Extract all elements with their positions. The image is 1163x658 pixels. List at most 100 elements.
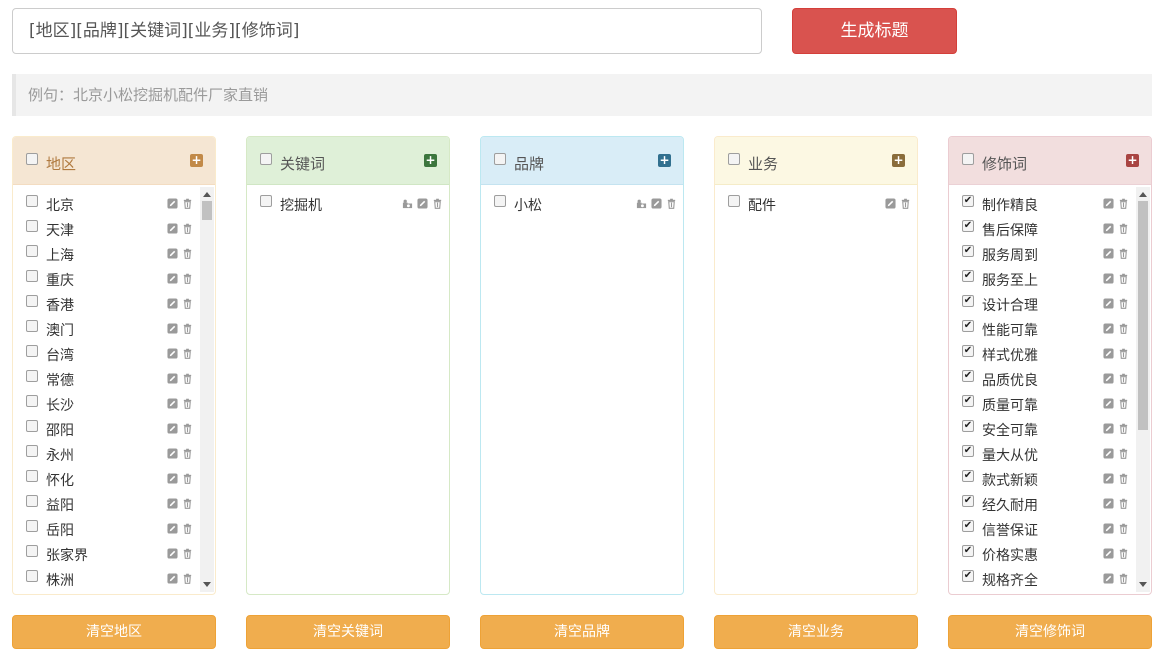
trash-icon[interactable] [432, 198, 443, 209]
pencil-square-icon[interactable] [167, 548, 178, 559]
trash-icon[interactable] [182, 523, 193, 534]
pencil-square-icon[interactable] [167, 573, 178, 584]
scrollbar[interactable] [200, 187, 214, 592]
clear-brand-button[interactable]: 清空品牌 [480, 615, 684, 649]
item-checkbox[interactable]: ✔ [962, 495, 974, 507]
item-checkbox[interactable] [260, 195, 272, 207]
item-checkbox[interactable]: ✔ [962, 270, 974, 282]
scrollbar-thumb[interactable] [202, 201, 212, 220]
item-checkbox[interactable] [26, 445, 38, 457]
item-checkbox[interactable] [26, 220, 38, 232]
pencil-square-icon[interactable] [167, 373, 178, 384]
pencil-square-icon[interactable] [167, 398, 178, 409]
trash-icon[interactable] [666, 198, 677, 209]
trash-icon[interactable] [182, 423, 193, 434]
trash-icon[interactable] [1118, 423, 1129, 434]
trash-icon[interactable] [1118, 498, 1129, 509]
pencil-square-icon[interactable] [1103, 473, 1114, 484]
clear-business-button[interactable]: 清空业务 [714, 615, 918, 649]
pencil-square-icon[interactable] [167, 298, 178, 309]
pencil-square-icon[interactable] [1103, 298, 1114, 309]
pencil-square-icon[interactable] [167, 473, 178, 484]
select-all-checkbox-business[interactable] [728, 153, 740, 165]
select-all-checkbox-modifier[interactable] [962, 153, 974, 165]
pencil-square-icon[interactable] [1103, 323, 1114, 334]
trash-icon[interactable] [1118, 273, 1129, 284]
trash-icon[interactable] [1118, 448, 1129, 459]
trash-icon[interactable] [182, 498, 193, 509]
item-checkbox[interactable] [26, 270, 38, 282]
item-checkbox[interactable] [26, 320, 38, 332]
pencil-square-icon[interactable] [167, 448, 178, 459]
item-checkbox[interactable]: ✔ [962, 295, 974, 307]
scroll-down-arrow-icon[interactable] [203, 582, 211, 587]
trash-icon[interactable] [1118, 223, 1129, 234]
item-checkbox[interactable]: ✔ [962, 370, 974, 382]
item-checkbox[interactable]: ✔ [962, 420, 974, 432]
trash-icon[interactable] [1118, 523, 1129, 534]
pencil-square-icon[interactable] [417, 198, 428, 209]
trash-icon[interactable] [1118, 348, 1129, 359]
trash-icon[interactable] [182, 298, 193, 309]
trash-icon[interactable] [182, 273, 193, 284]
pencil-square-icon[interactable] [167, 523, 178, 534]
clear-region-button[interactable]: 清空地区 [12, 615, 216, 649]
item-checkbox[interactable]: ✔ [962, 445, 974, 457]
trash-icon[interactable] [182, 398, 193, 409]
trash-icon[interactable] [182, 198, 193, 209]
plus-square-icon[interactable]: + [190, 154, 203, 167]
scroll-up-arrow-icon[interactable] [203, 192, 211, 197]
puzzle-icon[interactable] [636, 198, 647, 209]
item-checkbox[interactable]: ✔ [962, 345, 974, 357]
item-checkbox[interactable] [26, 545, 38, 557]
puzzle-icon[interactable] [402, 198, 413, 209]
item-checkbox[interactable]: ✔ [962, 570, 974, 582]
plus-square-icon[interactable]: + [658, 154, 671, 167]
clear-keyword-button[interactable]: 清空关键词 [246, 615, 450, 649]
item-checkbox[interactable] [26, 370, 38, 382]
trash-icon[interactable] [1118, 298, 1129, 309]
select-all-checkbox-brand[interactable] [494, 153, 506, 165]
item-checkbox[interactable]: ✔ [962, 470, 974, 482]
trash-icon[interactable] [182, 248, 193, 259]
pencil-square-icon[interactable] [167, 498, 178, 509]
trash-icon[interactable] [1118, 473, 1129, 484]
item-checkbox[interactable]: ✔ [962, 195, 974, 207]
item-checkbox[interactable]: ✔ [962, 545, 974, 557]
item-checkbox[interactable] [26, 345, 38, 357]
scrollbar[interactable] [1136, 187, 1150, 592]
pencil-square-icon[interactable] [167, 198, 178, 209]
scrollbar-thumb[interactable] [1138, 201, 1148, 430]
item-checkbox[interactable] [26, 470, 38, 482]
pencil-square-icon[interactable] [167, 248, 178, 259]
trash-icon[interactable] [1118, 373, 1129, 384]
pencil-square-icon[interactable] [1103, 498, 1114, 509]
item-checkbox[interactable]: ✔ [962, 245, 974, 257]
trash-icon[interactable] [182, 373, 193, 384]
trash-icon[interactable] [182, 223, 193, 234]
item-checkbox[interactable]: ✔ [962, 520, 974, 532]
trash-icon[interactable] [1118, 198, 1129, 209]
trash-icon[interactable] [182, 323, 193, 334]
pencil-square-icon[interactable] [885, 198, 896, 209]
pencil-square-icon[interactable] [1103, 198, 1114, 209]
item-checkbox[interactable]: ✔ [962, 320, 974, 332]
trash-icon[interactable] [1118, 248, 1129, 259]
trash-icon[interactable] [900, 198, 911, 209]
item-checkbox[interactable] [26, 570, 38, 582]
select-all-checkbox-keyword[interactable] [260, 153, 272, 165]
trash-icon[interactable] [182, 448, 193, 459]
trash-icon[interactable] [1118, 398, 1129, 409]
select-all-checkbox-region[interactable] [26, 153, 38, 165]
pencil-square-icon[interactable] [1103, 348, 1114, 359]
item-checkbox[interactable]: ✔ [962, 220, 974, 232]
pencil-square-icon[interactable] [1103, 223, 1114, 234]
clear-modifier-button[interactable]: 清空修饰词 [948, 615, 1152, 649]
scroll-down-arrow-icon[interactable] [1139, 582, 1147, 587]
scroll-up-arrow-icon[interactable] [1139, 192, 1147, 197]
generate-title-button[interactable]: 生成标题 [792, 8, 957, 54]
item-checkbox[interactable] [26, 195, 38, 207]
plus-square-icon[interactable]: + [1126, 154, 1139, 167]
pencil-square-icon[interactable] [1103, 273, 1114, 284]
pencil-square-icon[interactable] [651, 198, 662, 209]
